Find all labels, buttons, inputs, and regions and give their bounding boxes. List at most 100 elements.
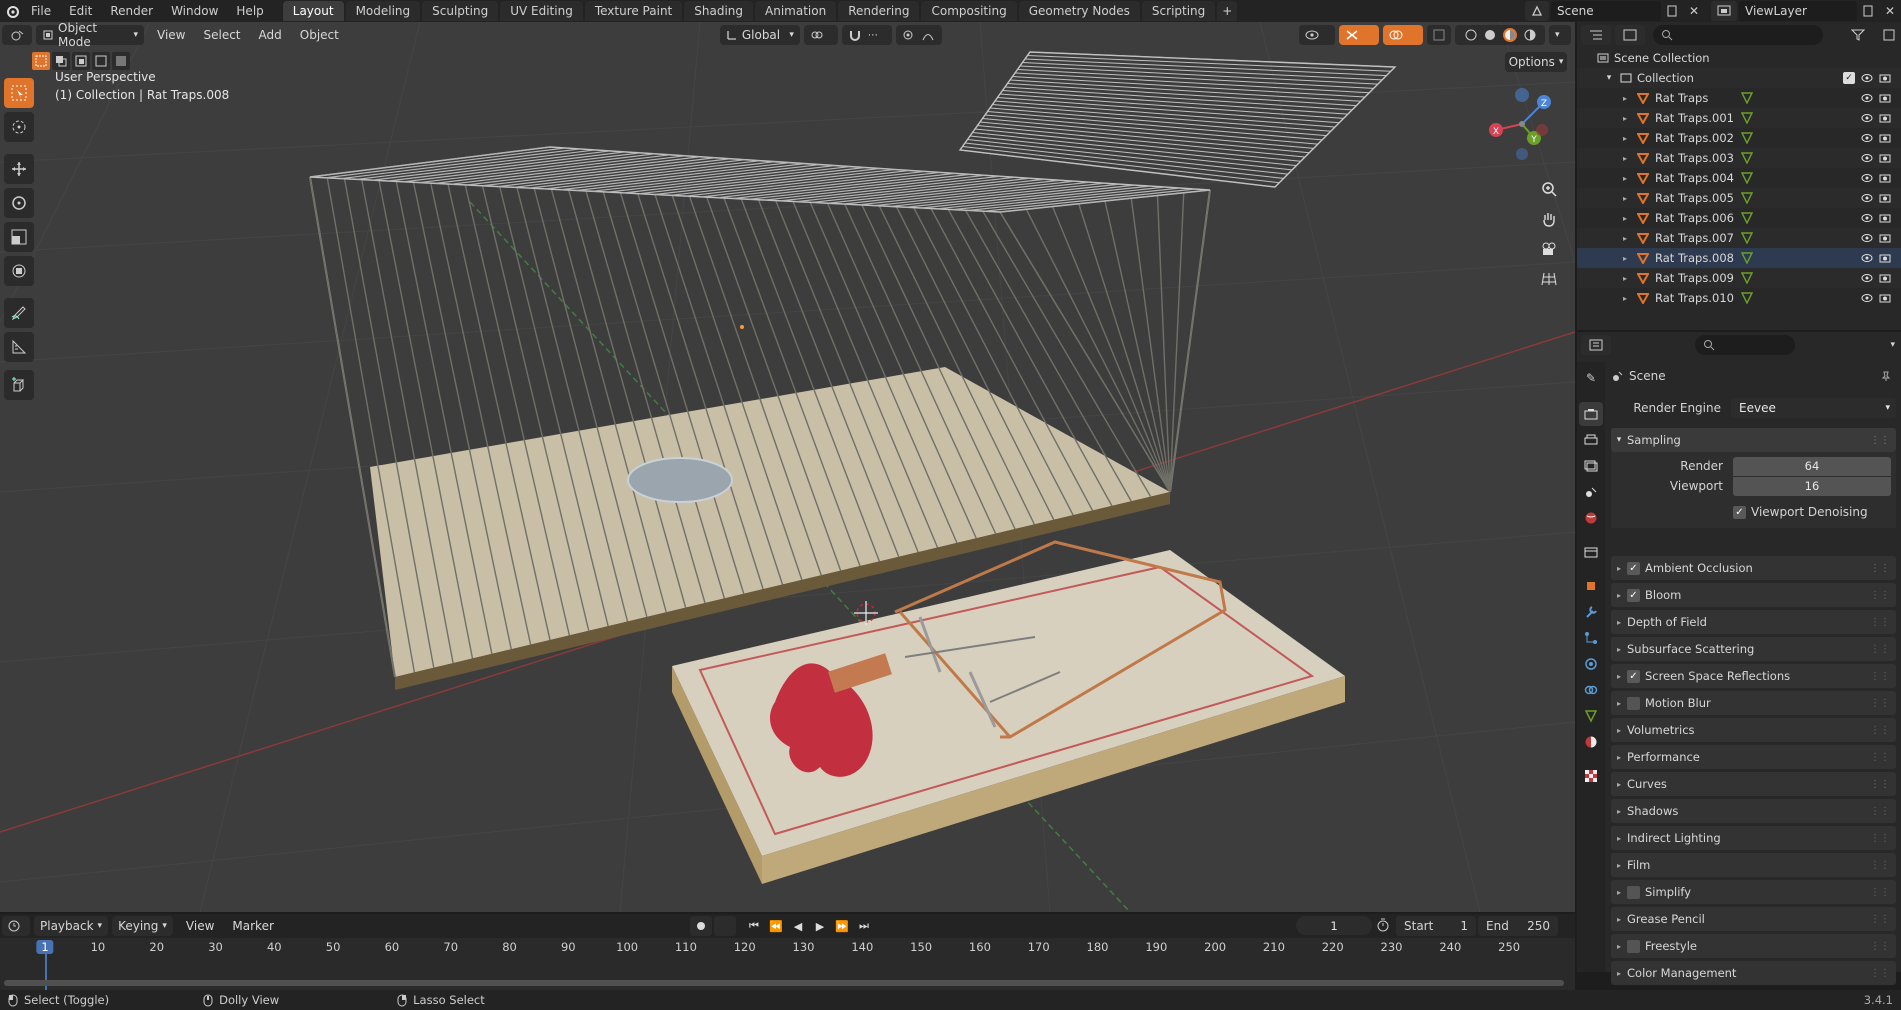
render-camera-icon[interactable]	[1879, 293, 1891, 303]
menu-select[interactable]: Select	[194, 28, 249, 42]
panel-shadows[interactable]: ▸ Shadows ⋮⋮	[1611, 799, 1896, 823]
play-reverse-icon[interactable]: ◀	[788, 916, 808, 936]
outliner-editor-icon[interactable]	[1581, 25, 1611, 45]
start-frame-field[interactable]: Start 1	[1396, 916, 1476, 936]
outliner-item[interactable]: ▸ Rat Traps.006	[1577, 208, 1901, 228]
exclude-checkbox-icon[interactable]: ✓	[1843, 72, 1855, 84]
menu-help[interactable]: Help	[227, 4, 272, 18]
output-tab[interactable]	[1579, 428, 1603, 452]
shading-options[interactable]: ▾	[1549, 25, 1571, 45]
mode-selector[interactable]: Object Mode ▾	[36, 22, 144, 49]
visibility-eye-icon[interactable]	[1861, 293, 1873, 303]
options-button[interactable]: Options ▾	[1505, 52, 1567, 72]
display-mode-icon[interactable]	[1615, 25, 1645, 45]
visibility-eye-icon[interactable]	[1861, 133, 1873, 143]
rendered-shading-icon[interactable]	[1524, 29, 1536, 41]
render-camera-icon[interactable]	[1879, 253, 1891, 263]
scene-collection-row[interactable]: Scene Collection	[1577, 48, 1901, 68]
menu-view[interactable]: View	[148, 28, 194, 42]
tab-compositing[interactable]: Compositing	[921, 1, 1017, 21]
tab-scripting[interactable]: Scripting	[1141, 1, 1216, 21]
drag-handle-icon[interactable]: ⋮⋮	[1870, 590, 1890, 601]
timeline-view-menu[interactable]: View	[177, 919, 223, 933]
panel-bloom[interactable]: ▸ ✓ Bloom ⋮⋮	[1611, 583, 1896, 607]
pivot-selector[interactable]	[803, 25, 838, 45]
view-layer-field[interactable]: ViewLayer	[1739, 1, 1857, 21]
properties-editor-icon[interactable]	[1581, 335, 1611, 355]
filter-icon[interactable]	[1843, 25, 1873, 45]
chevron-right-icon[interactable]: ▸	[1619, 114, 1631, 123]
drag-handle-icon[interactable]: ⋮⋮	[1870, 563, 1890, 574]
panel-enable-checkbox[interactable]	[1627, 696, 1640, 710]
record-icon[interactable]	[690, 916, 712, 936]
chevron-right-icon[interactable]: ▸	[1619, 294, 1631, 303]
visibility-eye-icon[interactable]	[1861, 193, 1873, 203]
scale-tool[interactable]	[4, 222, 34, 252]
drag-handle-icon[interactable]: ⋮⋮	[1870, 617, 1890, 628]
new-view-layer-icon[interactable]	[1857, 1, 1879, 21]
visibility-eye-icon[interactable]	[1861, 173, 1873, 183]
viewport-samples-field[interactable]: 16	[1733, 476, 1891, 496]
zoom-button[interactable]	[1536, 176, 1562, 202]
particles-tab[interactable]	[1579, 626, 1603, 650]
drag-handle-icon[interactable]: ⋮⋮	[1870, 860, 1890, 871]
panel-volumetrics[interactable]: ▸ Volumetrics ⋮⋮	[1611, 718, 1896, 742]
panel-motion-blur[interactable]: ▸ Motion Blur ⋮⋮	[1611, 691, 1896, 715]
editor-type-button[interactable]	[2, 25, 32, 45]
tab-rendering[interactable]: Rendering	[838, 1, 920, 21]
menu-render[interactable]: Render	[101, 4, 162, 18]
scene-name-field[interactable]: Scene	[1551, 1, 1661, 21]
current-frame-marker[interactable]: 1	[36, 940, 54, 954]
panel-color-management[interactable]: ▸ Color Management ⋮⋮	[1611, 961, 1896, 985]
render-camera-icon[interactable]	[1879, 173, 1891, 183]
new-collection-icon[interactable]	[1877, 25, 1901, 45]
menu-edit[interactable]: Edit	[60, 4, 101, 18]
scrollbar[interactable]	[4, 980, 1564, 986]
visibility-eye-icon[interactable]	[1861, 113, 1873, 123]
collection-tab[interactable]	[1579, 540, 1603, 564]
panel-screen-space-reflections[interactable]: ▸ ✓ Screen Space Reflections ⋮⋮	[1611, 664, 1896, 688]
tool-tab[interactable]: ✎	[1579, 366, 1603, 390]
3d-viewport[interactable]: Object Mode ▾ View Select Add Object Glo…	[0, 22, 1575, 912]
panel-grease-pencil[interactable]: ▸ Grease Pencil ⋮⋮	[1611, 907, 1896, 931]
tab-texture-paint[interactable]: Texture Paint	[584, 1, 683, 21]
texture-tab[interactable]	[1579, 764, 1603, 788]
tab-shading[interactable]: Shading	[684, 1, 753, 21]
chevron-right-icon[interactable]: ▸	[1619, 234, 1631, 243]
measure-tool[interactable]	[4, 332, 34, 362]
panel-simplify[interactable]: ▸ Simplify ⋮⋮	[1611, 880, 1896, 904]
outliner-item[interactable]: ▸ Rat Traps.005	[1577, 188, 1901, 208]
tab-layout[interactable]: Layout	[282, 1, 344, 21]
render-camera-icon[interactable]	[1879, 193, 1891, 203]
properties-search-input[interactable]	[1695, 335, 1795, 355]
snap-toggle[interactable]: ⋯	[841, 25, 892, 45]
panel-enable-checkbox[interactable]	[1627, 939, 1640, 953]
chevron-down-icon[interactable]: ▾	[1890, 340, 1895, 350]
visibility-eye-icon[interactable]	[1861, 273, 1873, 283]
physics-tab[interactable]	[1579, 652, 1603, 676]
visibility-selector[interactable]	[1299, 25, 1335, 45]
wireframe-shading-icon[interactable]	[1465, 29, 1477, 41]
outliner-item[interactable]: ▸ Rat Traps.001	[1577, 108, 1901, 128]
menu-file[interactable]: File	[22, 4, 60, 18]
drag-handle-icon[interactable]: ⋮⋮	[1870, 752, 1890, 763]
drag-handle-icon[interactable]: ⋮⋮	[1870, 698, 1890, 709]
camera-view-button[interactable]	[1536, 236, 1562, 262]
tab-modeling[interactable]: Modeling	[345, 1, 421, 21]
render-camera-icon[interactable]	[1879, 153, 1891, 163]
drag-handle-icon[interactable]: ⋮⋮	[1870, 779, 1890, 790]
panel-depth-of-field[interactable]: ▸ Depth of Field ⋮⋮	[1611, 610, 1896, 634]
drag-handle-icon[interactable]: ⋮⋮	[1870, 914, 1890, 925]
move-tool[interactable]	[4, 154, 34, 184]
menu-window[interactable]: Window	[162, 4, 227, 18]
panel-enable-checkbox[interactable]: ✓	[1627, 669, 1640, 683]
chevron-right-icon[interactable]: ▸	[1619, 214, 1631, 223]
outliner-search-input[interactable]	[1653, 25, 1823, 45]
drag-handle-icon[interactable]: ⋮⋮	[1870, 968, 1890, 979]
chevron-right-icon[interactable]: ▸	[1619, 154, 1631, 163]
close-scene-icon[interactable]: ✕	[1683, 1, 1705, 21]
render-camera-icon[interactable]	[1879, 133, 1891, 143]
jump-start-icon[interactable]: ⏮	[744, 916, 764, 936]
scene-tab[interactable]	[1579, 480, 1603, 504]
panel-freestyle[interactable]: ▸ Freestyle ⋮⋮	[1611, 934, 1896, 958]
